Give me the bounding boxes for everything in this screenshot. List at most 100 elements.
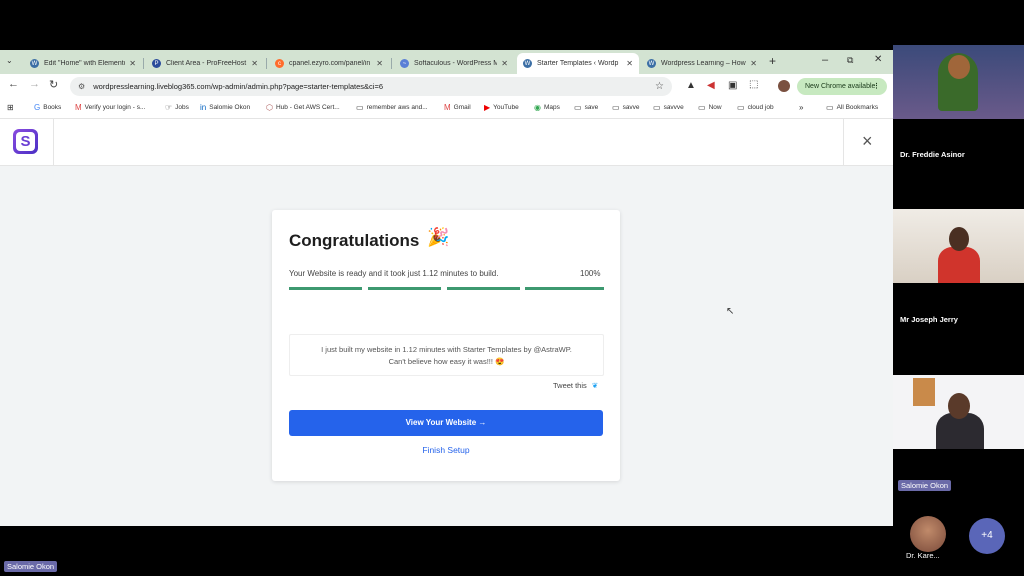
- bookmark-youtube[interactable]: ▶ YouTube: [484, 103, 519, 112]
- folder-icon: ▭: [574, 103, 582, 112]
- minimize-button[interactable]: –: [822, 54, 828, 66]
- finish-setup-link[interactable]: Finish Setup: [272, 445, 620, 455]
- view-website-button[interactable]: View Your Website →: [289, 410, 603, 436]
- wordpress-icon: W: [523, 59, 532, 68]
- tab-edit-home[interactable]: W Edit "Home" with Elementor ✕: [24, 53, 142, 74]
- wordpress-icon: W: [30, 59, 39, 68]
- close-icon[interactable]: ✕: [626, 59, 633, 68]
- progress-segment: [368, 287, 441, 290]
- close-icon[interactable]: ✕: [376, 59, 383, 68]
- close-wizard-button[interactable]: ×: [862, 131, 873, 152]
- pointer-icon: ☞: [165, 103, 173, 112]
- participant-avatar-4[interactable]: [910, 516, 946, 552]
- presenter-name-tag: Salomie Okon: [4, 561, 58, 572]
- close-icon[interactable]: ✕: [501, 59, 508, 68]
- hub-icon: ⬡: [266, 103, 273, 112]
- bookmark-savve[interactable]: ▭ savve: [612, 103, 640, 112]
- progress-segment: [525, 287, 604, 290]
- bookmark-books[interactable]: G Books: [34, 103, 61, 112]
- mouse-cursor-icon: ↖: [726, 306, 735, 317]
- bookmark-aws-hub[interactable]: ⬡ Hub - Get AWS Cert...: [266, 103, 340, 112]
- folder-icon: ▭: [737, 103, 745, 112]
- browser-window: ⌄ W Edit "Home" with Elementor ✕ P Clien…: [0, 50, 893, 526]
- tweet-message-box: I just built my website in 1.12 minutes …: [289, 334, 604, 376]
- bookmark-save[interactable]: ▭ save: [574, 103, 598, 112]
- bookmark-cloud-job[interactable]: ▭ cloud job: [737, 103, 774, 112]
- reload-icon[interactable]: ↻: [49, 78, 58, 91]
- progress-segment: [447, 287, 520, 290]
- all-bookmarks[interactable]: ▭ All Bookmarks: [826, 103, 878, 112]
- bookmark-now[interactable]: ▭ Now: [698, 103, 722, 112]
- folder-icon: ▭: [698, 103, 706, 112]
- bookmark-verify-login[interactable]: M Verify your login - s...: [75, 103, 145, 112]
- folder-icon: ▭: [826, 103, 834, 112]
- forward-arrow-icon[interactable]: →: [29, 78, 40, 90]
- bookmark-remember-aws[interactable]: ▭ remember aws and...: [356, 103, 428, 112]
- starter-templates-header: S ×: [0, 119, 893, 166]
- progress-percent: 100%: [580, 269, 601, 278]
- extensions-puzzle-icon[interactable]: ⬚: [749, 79, 758, 90]
- google-icon: G: [34, 103, 41, 112]
- maximize-button[interactable]: ⧉: [847, 55, 853, 66]
- profreehost-icon: P: [152, 59, 161, 68]
- bookmarks-bar: ⊞ G Books M Verify your login - s... ☞ Jobs…: [0, 99, 893, 119]
- bookmark-star-icon[interactable]: ☆: [655, 77, 664, 96]
- wordpress-icon: W: [647, 59, 656, 68]
- extension-image-icon[interactable]: ▣: [728, 80, 737, 91]
- participant-video-1[interactable]: [893, 45, 1024, 119]
- participant-face: [949, 227, 969, 251]
- extension-icon[interactable]: ▲: [686, 80, 696, 91]
- bookmark-savvve[interactable]: ▭ savvve: [653, 103, 684, 112]
- bookmark-gmail[interactable]: M Gmail: [444, 103, 471, 112]
- back-arrow-icon[interactable]: ←: [8, 78, 19, 90]
- gmail-icon: M: [75, 103, 82, 112]
- progress-segment: [289, 287, 362, 290]
- more-menu-icon[interactable]: ⋮: [873, 78, 880, 95]
- window-close-button[interactable]: ✕: [874, 54, 882, 65]
- close-icon[interactable]: ✕: [251, 59, 258, 68]
- cpanel-icon: c: [275, 59, 284, 68]
- site-info-icon[interactable]: ⚙: [78, 82, 85, 91]
- linkedin-icon: in: [200, 103, 207, 112]
- participant-video-3[interactable]: [893, 375, 1024, 449]
- participant-figure: [938, 247, 980, 283]
- participant-video-2[interactable]: [893, 209, 1024, 283]
- tab-wordpress-learning[interactable]: W Wordpress Learning – How ✕: [641, 53, 763, 74]
- more-bookmarks-icon[interactable]: »: [799, 103, 806, 112]
- participant-name-4: Dr. Kare...: [906, 551, 940, 560]
- tab-starter-templates[interactable]: W Starter Templates ‹ Wordp ✕: [517, 53, 639, 74]
- address-bar: ← → ↻ ⚙ wordpresslearning.liveblog365.co…: [0, 74, 893, 99]
- tab-softaculous[interactable]: ~ Softaculous - WordPress M ✕: [394, 53, 514, 74]
- tab-search-icon[interactable]: ⌄: [6, 56, 13, 65]
- tab-client-area[interactable]: P Client Area - ProFreeHost ✕: [146, 53, 264, 74]
- congratulations-card: Congratulations 🎉 Your Website is ready …: [272, 210, 620, 481]
- new-tab-button[interactable]: +: [769, 54, 776, 68]
- folder-icon: ▭: [653, 103, 661, 112]
- tab-cpanel[interactable]: c cpanel.ezyro.com/panel/in ✕: [269, 53, 389, 74]
- tab-bar: ⌄ W Edit "Home" with Elementor ✕ P Clien…: [0, 50, 893, 74]
- url-field[interactable]: ⚙ wordpresslearning.liveblog365.com/wp-a…: [70, 77, 672, 96]
- wall-poster: [913, 378, 935, 406]
- profile-avatar[interactable]: [778, 80, 790, 92]
- participant-face: [948, 393, 970, 419]
- maps-pin-icon: ◉: [534, 103, 541, 112]
- extension-megaphone-icon[interactable]: ◀: [707, 80, 715, 91]
- bookmark-maps[interactable]: ◉ Maps: [534, 103, 560, 112]
- youtube-icon: ▶: [484, 103, 491, 112]
- more-participants-button[interactable]: +4: [969, 518, 1005, 554]
- folder-icon: ▭: [356, 103, 364, 112]
- gmail-icon: M: [444, 103, 451, 112]
- folder-icon: ▭: [612, 103, 620, 112]
- apps-grid-icon[interactable]: ⊞: [7, 103, 17, 112]
- update-chrome-button[interactable]: New Chrome available ⋮: [797, 78, 887, 95]
- participant-name-2: Mr Joseph Jerry: [900, 315, 958, 324]
- party-popper-icon: 🎉: [427, 227, 450, 247]
- close-icon[interactable]: ✕: [129, 59, 136, 68]
- bookmark-jobs[interactable]: ☞ Jobs: [165, 103, 189, 112]
- participant-face: [948, 55, 970, 79]
- participant-name-3: Salomie Okon: [898, 480, 952, 491]
- status-text: Your Website is ready and it took just 1…: [289, 269, 499, 278]
- close-icon[interactable]: ✕: [750, 59, 757, 68]
- bookmark-salomie-okon[interactable]: in Salomie Okon: [200, 103, 250, 112]
- tweet-this-link[interactable]: Tweet this ❦: [553, 381, 598, 390]
